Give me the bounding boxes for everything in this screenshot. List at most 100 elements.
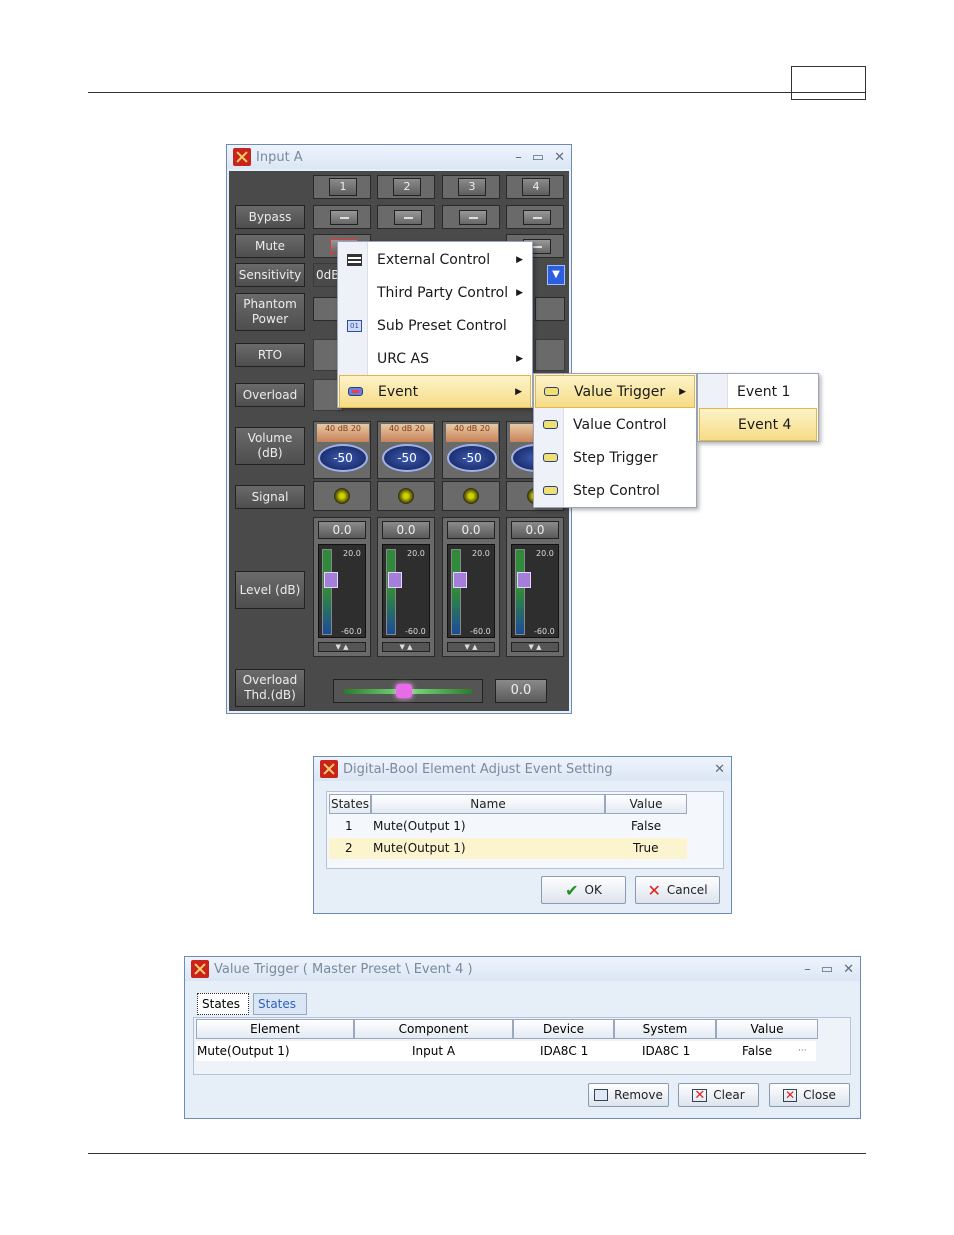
signal-led (313, 481, 371, 511)
column-header[interactable]: Component (354, 1019, 513, 1039)
value-trigger-submenu: Event 1 Event 4 (697, 373, 819, 442)
slider-thumb[interactable] (396, 684, 412, 698)
step-control-icon (543, 486, 558, 495)
title-bar: Input A – ▭ ✕ (227, 145, 571, 169)
phantom-power-toggle[interactable] (535, 297, 565, 321)
menu-item-third-party-control[interactable]: Third Party Control ▶ (339, 276, 531, 309)
fader-thumb[interactable] (388, 572, 402, 588)
remove-button[interactable]: Remove (588, 1083, 669, 1107)
minimize-button[interactable]: – (515, 150, 522, 165)
cancel-button[interactable]: ✕ Cancel (635, 876, 720, 904)
rto-label: RTO (235, 343, 305, 367)
close-button[interactable]: ✕ (554, 150, 565, 165)
table-cell[interactable]: Mute(Output 1) (197, 1042, 290, 1060)
dialog-title: Digital-Bool Element Adjust Event Settin… (343, 761, 613, 777)
menu-item-value-control[interactable]: Value Control (535, 408, 695, 441)
clear-icon: ✕ (692, 1088, 708, 1102)
level-fader[interactable]: 0.0 20.0 -60.0 ▼ ▲ (442, 517, 500, 657)
page-header-box (791, 66, 866, 100)
menu-item-step-control[interactable]: Step Control (535, 474, 695, 507)
tab-states-1[interactable]: States 1 (197, 993, 249, 1031)
column-header[interactable]: Value (605, 794, 687, 814)
external-control-icon (347, 253, 362, 266)
footer-rule (88, 1153, 866, 1154)
column-header[interactable]: Device (513, 1019, 614, 1039)
overload-thd-slider[interactable] (333, 679, 483, 703)
level-fader[interactable]: 0.0 20.0 -60.0 ▼ ▲ (506, 517, 564, 657)
fader-thumb[interactable] (517, 572, 531, 588)
table-cell[interactable]: Mute(Output 1) (373, 838, 466, 858)
column-header[interactable]: States (329, 794, 371, 814)
signal-led (377, 481, 435, 511)
table-cell[interactable]: False (742, 1042, 772, 1060)
menu-item-value-trigger[interactable]: Value Trigger ▶ (535, 375, 695, 408)
bypass-toggle[interactable] (506, 205, 564, 229)
menu-item-external-control[interactable]: External Control ▶ (339, 243, 531, 276)
table-cell[interactable]: IDA8C 1 (642, 1042, 690, 1060)
bypass-label: Bypass (235, 205, 305, 229)
overload-label: Overload (235, 383, 305, 407)
value-edit-button[interactable]: ··· (798, 1042, 807, 1060)
channel-header: 1 (313, 175, 371, 199)
chevron-down-icon[interactable]: ▼ (547, 265, 565, 285)
table-cell[interactable]: 2 (345, 838, 353, 858)
bypass-toggle[interactable] (442, 205, 500, 229)
menu-item-event-4[interactable]: Event 4 (699, 408, 817, 441)
ok-button[interactable]: ✔ OK (541, 876, 626, 904)
column-header[interactable]: Value (716, 1019, 818, 1039)
value-trigger-icon (544, 387, 559, 396)
volume-knob[interactable]: 40 dB 20 -50 (313, 421, 371, 479)
input-a-window: Input A – ▭ ✕ 1 2 3 4 Bypass Mute Sensit… (226, 144, 572, 714)
window-title: Value Trigger ( Master Preset \ Event 4 … (214, 961, 473, 977)
fader-thumb[interactable] (453, 572, 467, 588)
title-bar: Digital-Bool Element Adjust Event Settin… (314, 757, 731, 781)
value-trigger-window: Value Trigger ( Master Preset \ Event 4 … (184, 956, 861, 1119)
app-icon (233, 148, 251, 166)
level-fader[interactable]: 0.0 20.0 -60.0 ▼ ▲ (313, 517, 371, 657)
menu-item-sub-preset-control[interactable]: 01 Sub Preset Control (339, 309, 531, 342)
close-button[interactable]: ✕ (714, 762, 725, 777)
fader-thumb[interactable] (324, 572, 338, 588)
close-icon: ✕ (783, 1087, 798, 1102)
table-cell[interactable]: True (633, 838, 659, 858)
value-control-icon (543, 420, 558, 429)
level-fader[interactable]: 0.0 20.0 -60.0 ▼ ▲ (377, 517, 435, 657)
column-header[interactable]: Name (371, 794, 605, 814)
bypass-toggle[interactable] (377, 205, 435, 229)
step-trigger-icon (543, 453, 558, 462)
tab-states-2[interactable]: States 2 (253, 993, 307, 1031)
table-cell[interactable]: 1 (345, 816, 353, 836)
phantom-power-label: Phantom Power (235, 293, 305, 331)
column-header[interactable]: System (614, 1019, 716, 1039)
overload-thd-value[interactable]: 0.0 (495, 679, 547, 703)
column-header[interactable]: Element (196, 1019, 354, 1039)
maximize-button[interactable]: ▭ (532, 150, 544, 165)
event-icon (348, 387, 363, 396)
clear-button[interactable]: ✕ Clear (678, 1083, 759, 1107)
volume-knob[interactable]: 40 dB 20 -50 (442, 421, 500, 479)
volume-knob[interactable]: 40 dB 20 -50 (377, 421, 435, 479)
menu-item-urc-as[interactable]: URC AS ▶ (339, 342, 531, 375)
event-submenu: Value Trigger ▶ Value Control Step Trigge… (533, 373, 697, 508)
menu-item-event[interactable]: Event ▶ (339, 375, 531, 408)
minimize-button[interactable]: – (804, 962, 811, 977)
bypass-toggle[interactable] (313, 205, 371, 229)
channel-header: 2 (377, 175, 435, 199)
remove-icon (594, 1089, 609, 1101)
table-cell[interactable]: Mute(Output 1) (373, 816, 466, 836)
overload-thd-label: Overload Thd.(dB) (235, 669, 305, 707)
app-icon (320, 760, 338, 778)
table-cell[interactable]: Input A (412, 1042, 455, 1060)
checkmark-icon: ✔ (565, 880, 579, 900)
table-cell[interactable]: False (631, 816, 661, 836)
close-dialog-button[interactable]: ✕ Close (769, 1083, 850, 1107)
trigger-grid: Element Component Device System Value Mu… (193, 1017, 851, 1075)
menu-item-event-1[interactable]: Event 1 (699, 375, 817, 408)
rto-indicator (535, 339, 565, 371)
menu-item-step-trigger[interactable]: Step Trigger (535, 441, 695, 474)
table-cell[interactable]: IDA8C 1 (540, 1042, 588, 1060)
close-button[interactable]: ✕ (843, 962, 854, 977)
cancel-icon: ✕ (647, 880, 661, 900)
maximize-button[interactable]: ▭ (821, 962, 833, 977)
states-grid: States Name Value 1 Mute(Output 1) False… (326, 791, 724, 869)
